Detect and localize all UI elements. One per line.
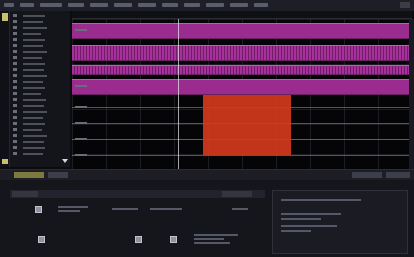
signal-list-row[interactable] <box>13 32 67 35</box>
form-field[interactable] <box>58 210 80 212</box>
menu-item[interactable] <box>254 3 268 7</box>
bus-band[interactable] <box>72 45 412 61</box>
form-field[interactable] <box>232 208 248 210</box>
vertical-scrollbar[interactable] <box>409 19 414 169</box>
window-control[interactable] <box>400 2 410 8</box>
selection-highlight[interactable] <box>203 95 291 155</box>
channel-strip <box>0 170 414 180</box>
panel-line <box>281 213 341 215</box>
tab-bar <box>10 190 265 198</box>
menu-item[interactable] <box>206 3 224 7</box>
frame-marker <box>2 13 8 21</box>
tab[interactable] <box>222 191 252 197</box>
signal-list-row[interactable] <box>13 104 67 107</box>
signal-list-row[interactable] <box>13 74 67 77</box>
channel-button[interactable] <box>386 172 410 178</box>
checkbox-icon[interactable] <box>170 236 177 243</box>
signal-list-row[interactable] <box>13 86 67 89</box>
menu-item[interactable] <box>20 3 34 7</box>
waveform-row-tag <box>75 29 87 31</box>
waveform-row-tag <box>75 122 87 124</box>
form-field[interactable] <box>58 206 88 208</box>
panel-line <box>281 230 311 232</box>
signal-list-row[interactable] <box>13 56 67 59</box>
signal-list-row[interactable] <box>13 62 67 65</box>
signal-list-row[interactable] <box>13 128 67 131</box>
menu-item[interactable] <box>4 3 14 7</box>
waveform-row-tag <box>75 138 87 140</box>
menu-bar <box>0 0 414 11</box>
signal-list-row[interactable] <box>13 50 67 53</box>
signal-list-row[interactable] <box>13 116 67 119</box>
signal-list-row[interactable] <box>13 14 67 17</box>
menu-item[interactable] <box>68 3 84 7</box>
menu-item[interactable] <box>184 3 200 7</box>
channel-button[interactable] <box>48 172 68 178</box>
panel-line <box>281 225 337 227</box>
checkbox-icon[interactable] <box>38 236 45 243</box>
expand-icon[interactable] <box>62 159 68 163</box>
form-field[interactable] <box>194 242 230 244</box>
menu-item[interactable] <box>114 3 132 7</box>
tab[interactable] <box>12 191 38 197</box>
menu-item[interactable] <box>138 3 156 7</box>
menu-item[interactable] <box>40 3 62 7</box>
waveform-row-tag <box>75 85 87 87</box>
frame-ruler <box>0 11 10 167</box>
time-ruler[interactable] <box>72 11 412 19</box>
bus-band[interactable] <box>72 23 412 39</box>
signal-list-row[interactable] <box>13 80 67 83</box>
bus-band[interactable] <box>72 79 412 95</box>
panel-line <box>281 199 361 201</box>
frame-marker <box>2 159 8 164</box>
menu-item[interactable] <box>162 3 178 7</box>
menu-item[interactable] <box>230 3 248 7</box>
form-field[interactable] <box>150 208 182 210</box>
signal-list-row[interactable] <box>13 152 67 155</box>
channel-button[interactable] <box>352 172 382 178</box>
signal-list-row[interactable] <box>13 92 67 95</box>
form-field[interactable] <box>194 234 238 236</box>
signal-list <box>10 11 70 167</box>
signal-trace[interactable] <box>72 155 412 156</box>
checkbox-icon[interactable] <box>35 206 42 213</box>
signal-list-row[interactable] <box>13 44 67 47</box>
time-cursor[interactable] <box>178 19 179 169</box>
signal-list-row[interactable] <box>13 98 67 101</box>
panel-line <box>281 218 321 220</box>
waveform-view[interactable] <box>72 19 412 169</box>
checkbox-icon[interactable] <box>135 236 142 243</box>
signal-list-row[interactable] <box>13 68 67 71</box>
waveform-row-tag <box>75 106 87 108</box>
bus-band[interactable] <box>72 65 412 75</box>
signal-list-row[interactable] <box>13 110 67 113</box>
form-field[interactable] <box>112 208 138 210</box>
signal-list-row[interactable] <box>13 134 67 137</box>
menu-item[interactable] <box>90 3 108 7</box>
signal-list-row[interactable] <box>13 26 67 29</box>
form-field[interactable] <box>194 238 224 240</box>
properties-panel <box>272 190 408 254</box>
signal-list-row[interactable] <box>13 20 67 23</box>
signal-list-row[interactable] <box>13 140 67 143</box>
signal-list-row[interactable] <box>13 38 67 41</box>
channel-button[interactable] <box>14 172 44 178</box>
signal-list-row[interactable] <box>13 122 67 125</box>
waveform-row-tag <box>75 154 87 156</box>
signal-list-row[interactable] <box>13 146 67 149</box>
bottom-panel <box>0 169 414 257</box>
